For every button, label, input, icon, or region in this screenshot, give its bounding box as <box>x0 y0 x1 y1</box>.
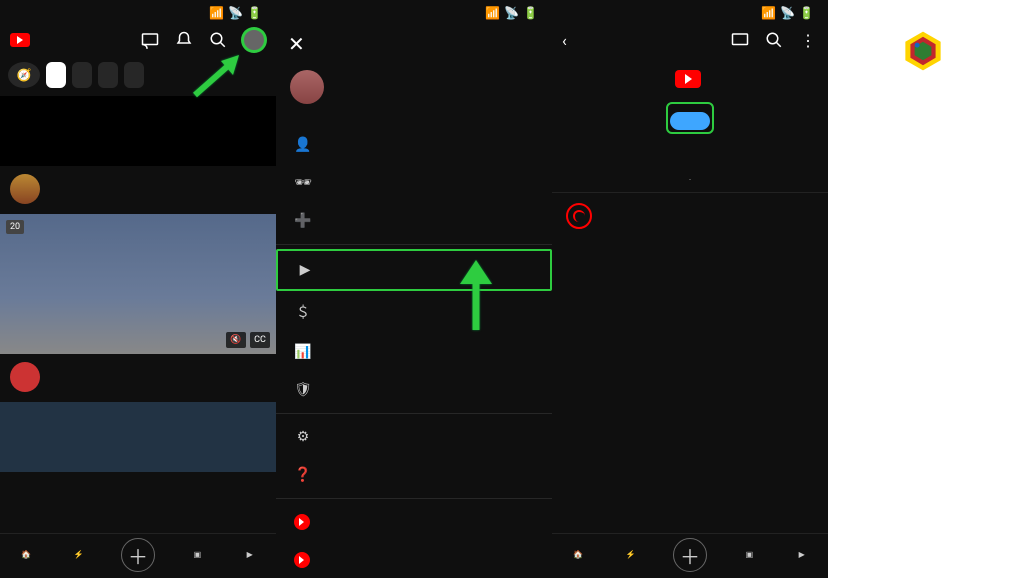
menu-add-account[interactable]: ➕ <box>276 202 552 240</box>
fine-print-2: . <box>552 172 828 192</box>
search-icon[interactable] <box>764 30 784 50</box>
menu-studio[interactable] <box>276 503 552 541</box>
menu-settings[interactable]: ⚙ <box>276 418 552 456</box>
menu-header: ✕ <box>276 24 552 64</box>
more-icon[interactable]: ⋮ <box>798 30 818 50</box>
mute-icon[interactable]: 🔇 <box>226 332 246 348</box>
menu-channel[interactable]: 👤 <box>276 126 552 164</box>
status-bar: 📶📡🔋 <box>0 0 276 24</box>
search-icon[interactable] <box>208 30 228 50</box>
nav-home[interactable]: 🏠 <box>568 544 588 566</box>
nav-library[interactable]: ▶ <box>792 544 812 566</box>
video-2-thumb[interactable]: 20 🔇 CC <box>0 214 276 354</box>
cta-highlight <box>666 102 714 134</box>
status-bar: 📶📡🔋 <box>552 0 828 24</box>
nav-subs[interactable]: ▣ <box>187 544 207 566</box>
status-icons: 📶📡🔋 <box>209 6 262 20</box>
nav-create[interactable]: ＋ <box>121 538 155 572</box>
person-icon: 👤 <box>294 137 312 153</box>
chip-playlists[interactable] <box>124 62 144 88</box>
youtube-logo[interactable] <box>10 33 33 47</box>
cast-icon[interactable] <box>730 30 750 50</box>
youtube-music-icon <box>294 552 310 568</box>
video-1-meta[interactable] <box>0 166 276 214</box>
menu-time-watched[interactable]: 📊 <box>276 333 552 371</box>
menu-list: 👤 🕶 ➕ ▶ ＄ 📊 🛡 ⚙ ❓ <box>276 122 552 578</box>
youtube-play-icon <box>675 70 701 88</box>
video-1-thumb[interactable] <box>0 96 276 166</box>
help-icon: ❓ <box>294 467 312 483</box>
video-3-thumb[interactable] <box>0 402 276 472</box>
menu-your-data[interactable]: 🛡 <box>276 371 552 409</box>
menu-incognito[interactable]: 🕶 <box>276 164 552 202</box>
dollar-icon: ＄ <box>294 302 312 322</box>
gear-icon: ⚙ <box>294 429 312 445</box>
status-bar: 📶📡🔋 <box>276 0 552 24</box>
top-bar <box>0 24 276 58</box>
shop-sign: 20 <box>6 220 24 234</box>
chip-all[interactable] <box>46 62 66 88</box>
music-loading-icon <box>566 203 592 229</box>
filter-chips: 🧭 <box>0 58 276 96</box>
fine-print-1 <box>552 156 828 172</box>
chart-icon: 📊 <box>294 344 312 360</box>
chip-games[interactable] <box>72 62 92 88</box>
back-icon[interactable]: ‹ <box>562 31 567 50</box>
menu-purchases[interactable]: ＄ <box>276 291 552 333</box>
nav-home[interactable]: 🏠 <box>16 544 36 566</box>
menu-help[interactable]: ❓ <box>276 456 552 494</box>
menu-premium[interactable]: ▶ <box>276 249 552 291</box>
youtube-icon: ▶ <box>296 262 314 278</box>
explore-chip[interactable]: 🧭 <box>8 62 40 88</box>
nav-shorts[interactable]: ⚡ <box>69 544 89 566</box>
video-2-controls: 🔇 CC <box>226 332 270 348</box>
user-block[interactable] <box>276 64 552 114</box>
channel-avatar <box>10 174 40 204</box>
incognito-icon: 🕶 <box>294 175 312 191</box>
nav-library[interactable]: ▶ <box>240 544 260 566</box>
nav-create[interactable]: ＋ <box>673 538 707 572</box>
bottom-nav: 🏠 ⚡ ＋ ▣ ▶ <box>0 533 276 578</box>
screen-premium: 📶📡🔋 ‹ ⋮ <box>552 0 828 578</box>
menu-music[interactable] <box>276 541 552 578</box>
youtube-studio-icon <box>294 514 310 530</box>
right-panel <box>828 0 1024 578</box>
add-person-icon: ➕ <box>294 213 312 229</box>
music-feature-row[interactable] <box>552 192 828 239</box>
chip-music[interactable] <box>98 62 118 88</box>
nav-subs[interactable]: ▣ <box>739 544 759 566</box>
premium-header: ‹ ⋮ <box>552 24 828 56</box>
samnec-logo <box>902 30 950 72</box>
youtube-play-icon <box>10 33 30 47</box>
bottom-nav: 🏠 ⚡ ＋ ▣ ▶ <box>552 533 828 578</box>
channel-avatar <box>10 362 40 392</box>
screen-home: 📶📡🔋 🧭 <box>0 0 276 578</box>
youtube-premium-logo <box>570 70 810 88</box>
screen-account-menu: 📶📡🔋 ✕ 👤 🕶 ➕ ▶ ＄ 📊 🛡 ⚙ ❓ <box>276 0 552 578</box>
cast-icon[interactable] <box>140 30 160 50</box>
cc-icon[interactable]: CC <box>250 332 270 348</box>
close-icon[interactable]: ✕ <box>288 32 305 56</box>
premium-hero <box>552 56 828 156</box>
user-avatar <box>290 70 324 104</box>
status-icons: 📶📡🔋 <box>761 6 814 20</box>
samnec-hex-icon <box>902 30 944 72</box>
video-2-meta[interactable] <box>0 354 276 402</box>
bell-icon[interactable] <box>174 30 194 50</box>
avatar-button[interactable] <box>242 28 266 52</box>
shield-icon: 🛡 <box>294 382 312 398</box>
free-trial-button[interactable] <box>670 112 710 130</box>
status-icons: 📶📡🔋 <box>485 6 538 20</box>
nav-shorts[interactable]: ⚡ <box>621 544 641 566</box>
video-1-duration <box>262 158 270 160</box>
